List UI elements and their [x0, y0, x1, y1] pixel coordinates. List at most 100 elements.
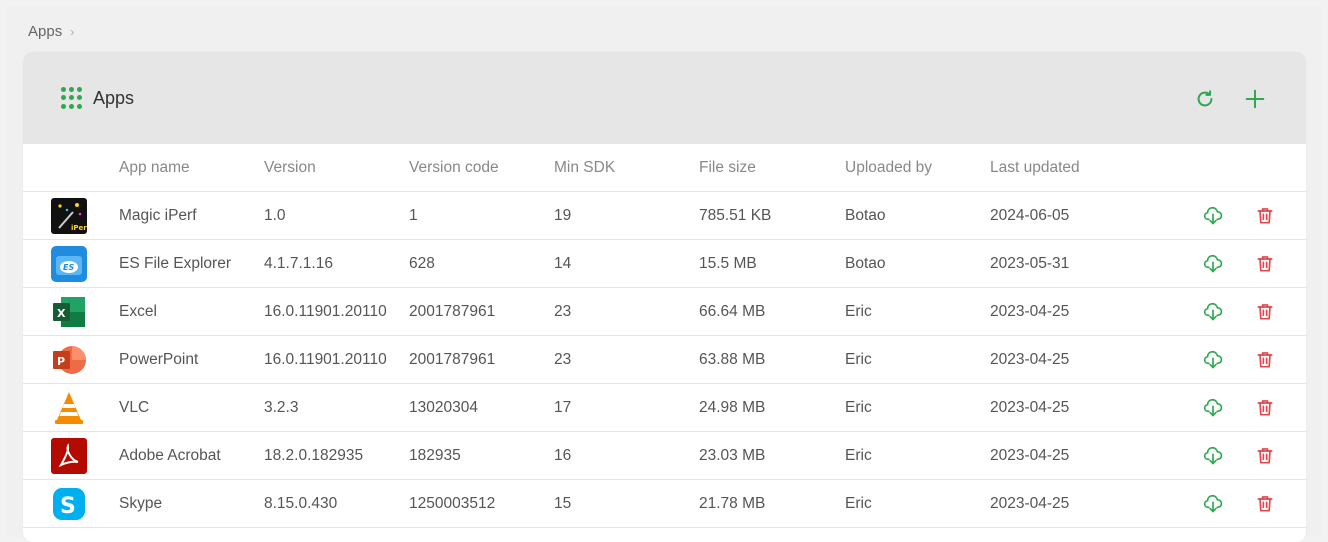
excel-icon: X — [51, 294, 87, 330]
cell-version: 18.2.0.182935 — [263, 432, 408, 480]
cell-uploaded-by: Eric — [844, 432, 989, 480]
table-row[interactable]: VLC 3.2.3 13020304 17 24.98 MB Eric 2023… — [23, 384, 1306, 432]
table-row[interactable]: P PowerPoint 16.0.11901.20110 2001787961… — [23, 336, 1306, 384]
svg-text:iPerf: iPerf — [71, 224, 87, 232]
cell-version: 1.0 — [263, 192, 408, 240]
cell-min-sdk: 16 — [553, 432, 698, 480]
cell-version-code: 13020304 — [408, 384, 553, 432]
download-button[interactable] — [1202, 493, 1224, 515]
table-row[interactable]: S Skype 8.15.0.430 1250003512 15 21.78 M… — [23, 480, 1306, 528]
svg-text:P: P — [57, 355, 65, 368]
plus-icon — [1244, 88, 1266, 110]
table-row[interactable]: X Excel 16.0.11901.20110 2001787961 23 6… — [23, 288, 1306, 336]
apps-table: App name Version Version code Min SDK Fi… — [23, 144, 1306, 542]
refresh-icon — [1194, 88, 1216, 110]
delete-button[interactable] — [1254, 397, 1276, 419]
delete-button[interactable] — [1254, 253, 1276, 275]
cell-version: 16.0.11901.20110 — [263, 336, 408, 384]
cell-min-sdk: 15 — [553, 480, 698, 528]
cell-last-updated: 2023-04-25 — [989, 432, 1181, 480]
cell-app-name: Adobe Acrobat — [118, 432, 263, 480]
trash-icon — [1255, 350, 1275, 370]
powerpoint-icon: P — [51, 342, 87, 378]
apps-card: Apps App name Version Version code — [23, 52, 1306, 542]
card-header: Apps — [23, 52, 1306, 144]
cell-file-size: 63.88 MB — [698, 336, 844, 384]
cell-version: 16.0.11901.20110 — [263, 288, 408, 336]
svg-text:ES: ES — [63, 263, 74, 272]
download-button[interactable] — [1202, 445, 1224, 467]
cell-last-updated: 2023-04-25 — [989, 288, 1181, 336]
cell-version-code: 2001787961 — [408, 288, 553, 336]
download-button[interactable] — [1202, 397, 1224, 419]
col-uploaded-by[interactable]: Uploaded by — [844, 144, 989, 192]
table-footer-spacer — [23, 528, 1306, 542]
delete-button[interactable] — [1254, 445, 1276, 467]
cell-app-name: Skype — [118, 480, 263, 528]
cell-min-sdk: 14 — [553, 240, 698, 288]
svg-text:S: S — [60, 494, 76, 519]
col-version-code[interactable]: Version code — [408, 144, 553, 192]
col-file-size[interactable]: File size — [698, 144, 844, 192]
breadcrumb-apps[interactable]: Apps — [28, 23, 62, 40]
cloud-download-icon — [1203, 302, 1223, 322]
col-version[interactable]: Version — [263, 144, 408, 192]
cell-file-size: 24.98 MB — [698, 384, 844, 432]
col-app-name[interactable]: App name — [118, 144, 263, 192]
cell-file-size: 66.64 MB — [698, 288, 844, 336]
card-title-text: Apps — [93, 88, 134, 109]
col-actions — [1181, 144, 1306, 192]
download-button[interactable] — [1202, 205, 1224, 227]
cell-min-sdk: 19 — [553, 192, 698, 240]
cell-uploaded-by: Eric — [844, 336, 989, 384]
delete-button[interactable] — [1254, 493, 1276, 515]
cell-last-updated: 2023-05-31 — [989, 240, 1181, 288]
breadcrumb: Apps › — [28, 23, 74, 40]
cell-app-name: VLC — [118, 384, 263, 432]
cell-min-sdk: 23 — [553, 288, 698, 336]
cell-file-size: 15.5 MB — [698, 240, 844, 288]
delete-button[interactable] — [1254, 301, 1276, 323]
table-row[interactable]: Adobe Acrobat 18.2.0.182935 182935 16 23… — [23, 432, 1306, 480]
cell-app-name: Magic iPerf — [118, 192, 263, 240]
skype-icon: S — [51, 486, 87, 522]
add-app-button[interactable] — [1242, 86, 1268, 112]
card-title: Apps — [61, 87, 134, 109]
table-row[interactable]: ES ES File Explorer 4.1.7.1.16 628 14 15… — [23, 240, 1306, 288]
cell-last-updated: 2023-04-25 — [989, 480, 1181, 528]
adobe-acrobat-icon — [51, 438, 87, 474]
cell-app-name: ES File Explorer — [118, 240, 263, 288]
col-last-updated[interactable]: Last updated — [989, 144, 1181, 192]
col-min-sdk[interactable]: Min SDK — [553, 144, 698, 192]
delete-button[interactable] — [1254, 205, 1276, 227]
table-row[interactable]: iPerf Magic iPerf 1.0 1 19 785.51 KB Bot… — [23, 192, 1306, 240]
magic-iperf-icon: iPerf — [51, 198, 87, 234]
download-button[interactable] — [1202, 301, 1224, 323]
delete-button[interactable] — [1254, 349, 1276, 371]
cell-last-updated: 2023-04-25 — [989, 384, 1181, 432]
cell-version: 8.15.0.430 — [263, 480, 408, 528]
trash-icon — [1255, 206, 1275, 226]
trash-icon — [1255, 494, 1275, 514]
trash-icon — [1255, 254, 1275, 274]
refresh-button[interactable] — [1192, 86, 1218, 112]
cell-last-updated: 2023-04-25 — [989, 336, 1181, 384]
cell-uploaded-by: Eric — [844, 384, 989, 432]
cell-version-code: 2001787961 — [408, 336, 553, 384]
cell-uploaded-by: Botao — [844, 240, 989, 288]
cloud-download-icon — [1203, 494, 1223, 514]
col-icon — [23, 144, 118, 192]
cell-file-size: 785.51 KB — [698, 192, 844, 240]
cell-min-sdk: 23 — [553, 336, 698, 384]
cell-version: 3.2.3 — [263, 384, 408, 432]
cell-uploaded-by: Eric — [844, 288, 989, 336]
download-button[interactable] — [1202, 253, 1224, 275]
table-header-row: App name Version Version code Min SDK Fi… — [23, 144, 1306, 192]
download-button[interactable] — [1202, 349, 1224, 371]
cell-version-code: 628 — [408, 240, 553, 288]
cell-version-code: 1250003512 — [408, 480, 553, 528]
header-actions — [1192, 86, 1268, 112]
cloud-download-icon — [1203, 398, 1223, 418]
cell-version-code: 1 — [408, 192, 553, 240]
cell-uploaded-by: Botao — [844, 192, 989, 240]
